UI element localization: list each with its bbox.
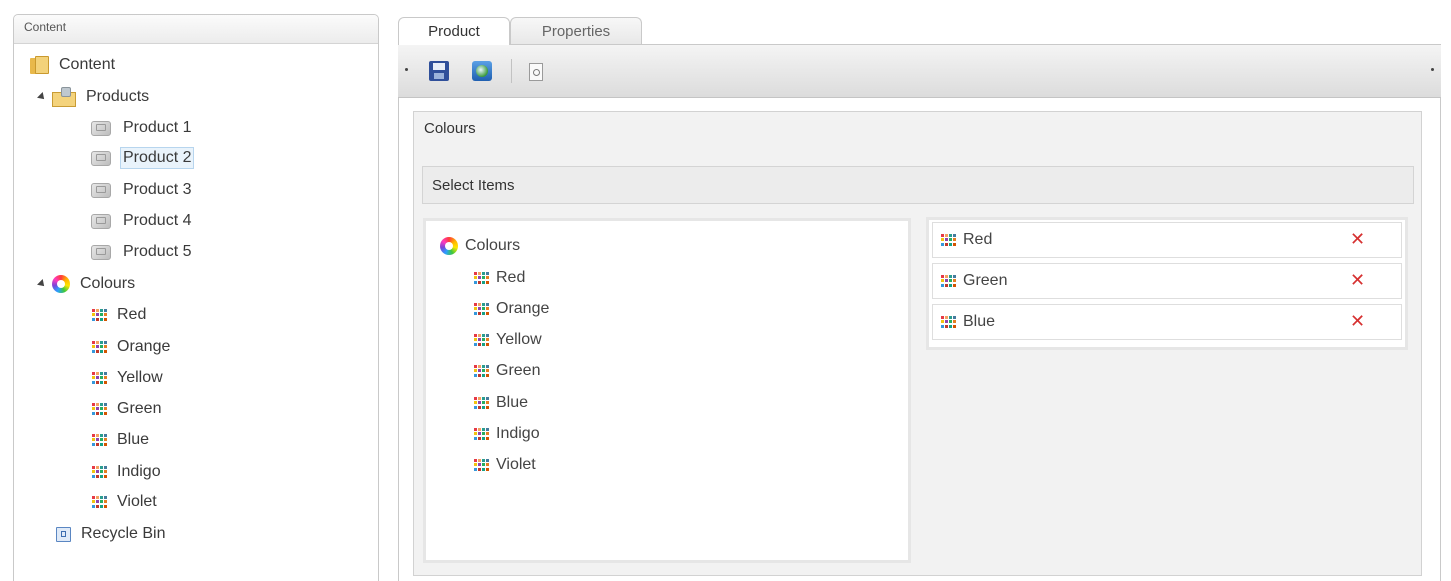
select-items-title: Select Items	[432, 177, 515, 194]
colour-wheel-icon	[52, 275, 70, 293]
select-items-bar	[422, 166, 1414, 204]
tree-node-colour[interactable]: Orange	[92, 334, 173, 360]
source-item[interactable]: Green	[474, 359, 540, 383]
tree-node-colour[interactable]: Violet	[92, 489, 160, 515]
source-item-label: Violet	[496, 456, 536, 473]
source-item-label: Orange	[496, 300, 550, 317]
tree-node-product-selected[interactable]: Product 2	[89, 145, 195, 171]
tree-node-label: Indigo	[117, 463, 161, 480]
colour-swatch-icon	[92, 402, 107, 416]
save-icon[interactable]	[429, 61, 449, 81]
remove-icon[interactable]: ✕	[1350, 229, 1365, 249]
content-tree-header: Content	[14, 15, 378, 44]
colour-swatch-icon	[474, 302, 489, 316]
editor-toolbar	[398, 45, 1441, 98]
tree-node-recycle-bin[interactable]: Recycle Bin	[56, 521, 168, 547]
expand-arrow-icon[interactable]	[37, 92, 47, 102]
tree-node-colour[interactable]: Blue	[92, 427, 152, 453]
colour-swatch-icon	[92, 371, 107, 385]
selected-item-label: Red	[963, 231, 993, 248]
tree-node-label: Colours	[80, 275, 136, 292]
tree-node-label: Red	[117, 306, 147, 323]
source-item[interactable]: Blue	[474, 391, 528, 415]
source-tree-label: Colours	[465, 237, 521, 254]
selected-item-label: Green	[963, 272, 1008, 289]
tree-node-label: Orange	[117, 338, 171, 355]
tree-node-products[interactable]: Products	[37, 84, 152, 110]
source-item[interactable]: Red	[474, 266, 525, 290]
tree-node-label: Product 3	[123, 181, 192, 198]
expand-arrow-icon[interactable]	[37, 279, 47, 289]
source-item-label: Green	[496, 362, 541, 379]
source-item-label: Red	[496, 269, 526, 286]
toolbar-scroll-right-icon[interactable]	[1431, 68, 1434, 71]
source-item[interactable]: Indigo	[474, 422, 540, 446]
tree-node-product[interactable]: Product 4	[89, 208, 194, 234]
colour-swatch-icon	[941, 274, 956, 288]
tree-node-label: Green	[117, 400, 162, 417]
tree-node-label: Products	[86, 88, 150, 105]
tree-node-colour[interactable]: Red	[92, 302, 149, 328]
colour-swatch-icon	[92, 433, 107, 447]
source-item[interactable]: Violet	[474, 453, 536, 477]
colour-wheel-icon	[440, 237, 458, 255]
tab-properties[interactable]: Properties	[510, 17, 642, 44]
tree-node-label: Recycle Bin	[81, 525, 166, 542]
tree-node-label: Product 1	[123, 119, 192, 136]
remove-icon[interactable]: ✕	[1350, 311, 1365, 331]
colour-swatch-icon	[474, 458, 489, 472]
colour-swatch-icon	[474, 396, 489, 410]
colour-swatch-icon	[474, 427, 489, 441]
tab-product[interactable]: Product	[398, 17, 510, 45]
selected-item[interactable]: Red ✕	[932, 222, 1402, 258]
preview-icon[interactable]	[529, 63, 543, 81]
source-item-label: Blue	[496, 394, 529, 411]
recycle-bin-icon	[56, 526, 71, 542]
tree-node-product[interactable]: Product 5	[89, 239, 194, 265]
product-box-icon	[89, 148, 113, 168]
colour-swatch-icon	[92, 340, 107, 354]
product-box-icon	[89, 242, 113, 262]
tree-node-colour[interactable]: Yellow	[92, 365, 166, 391]
product-box-icon	[89, 211, 113, 231]
source-item-label: Yellow	[496, 331, 542, 348]
tree-node-label: Yellow	[117, 369, 163, 386]
product-folder-icon	[52, 87, 76, 107]
source-item[interactable]: Yellow	[474, 328, 542, 352]
tree-node-product[interactable]: Product 1	[89, 115, 194, 141]
toolbar-separator	[511, 59, 512, 83]
tree-node-label: Product 5	[123, 243, 192, 260]
remove-icon[interactable]: ✕	[1350, 270, 1365, 290]
colour-swatch-icon	[92, 495, 107, 509]
save-and-publish-icon[interactable]	[472, 61, 492, 81]
tree-node-label: Product 2	[120, 147, 195, 169]
tree-node-colour[interactable]: Green	[92, 396, 164, 422]
colour-swatch-icon	[474, 271, 489, 285]
tree-node-label: Violet	[117, 493, 157, 510]
toolbar-scroll-left-icon[interactable]	[405, 68, 408, 71]
colour-swatch-icon	[941, 233, 956, 247]
colour-swatch-icon	[474, 333, 489, 347]
selected-item[interactable]: Green ✕	[932, 263, 1402, 299]
tree-node-label: Product 4	[123, 212, 192, 229]
tree-node-colours[interactable]: Colours	[37, 271, 138, 297]
product-box-icon	[89, 180, 113, 200]
tree-node-label: Content	[59, 56, 116, 73]
tree-node-colour[interactable]: Indigo	[92, 459, 164, 485]
property-title: Colours	[424, 120, 476, 137]
tree-node-label: Blue	[117, 431, 150, 448]
selected-item[interactable]: Blue ✕	[932, 304, 1402, 340]
source-item[interactable]: Orange	[474, 297, 549, 321]
colour-swatch-icon	[92, 465, 107, 479]
selected-item-label: Blue	[963, 313, 996, 330]
product-box-icon	[89, 118, 113, 138]
colour-swatch-icon	[92, 308, 107, 322]
tree-node-content[interactable]: Content	[30, 52, 118, 78]
colour-swatch-icon	[941, 315, 956, 329]
source-tree-root[interactable]: Colours	[440, 234, 520, 258]
source-item-label: Indigo	[496, 425, 540, 442]
tree-node-product[interactable]: Product 3	[89, 177, 194, 203]
folder-icon	[30, 56, 49, 74]
colour-swatch-icon	[474, 364, 489, 378]
